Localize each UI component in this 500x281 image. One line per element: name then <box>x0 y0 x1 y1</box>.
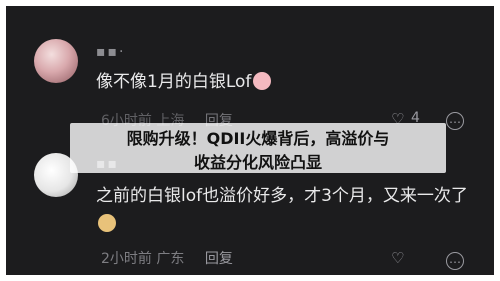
more-icon[interactable]: … <box>446 249 464 270</box>
pig-emoji-icon <box>253 72 272 90</box>
comment-body: 之前的白银lof也溢价好多，才3个月，又来一次了 <box>96 186 468 206</box>
comment-text: 像不像1月的白银Lof <box>96 68 272 96</box>
headline-line-1: 限购升级！QDII火爆背后，高溢价与 <box>126 129 390 148</box>
reply-button[interactable]: 回复 <box>205 251 233 267</box>
comment-text: 之前的白银lof也溢价好多，才3个月，又来一次了 <box>96 182 476 238</box>
comment-thread: ▪▪· 像不像1月的白银Lof 6小时前 上海 回复 ♡ 4 … ▪▪ 之前的白… <box>6 6 494 275</box>
username[interactable]: ▪▪· <box>96 44 125 60</box>
meta-location: 广东 <box>156 251 185 267</box>
dog-emoji-icon <box>98 214 116 232</box>
meta-time: 2小时前 <box>101 251 152 267</box>
comment-body: 像不像1月的白银Lof <box>96 72 252 92</box>
more-icon[interactable]: … <box>446 109 464 130</box>
headline-line-2: 收益分化风险凸显 <box>193 153 322 172</box>
avatar[interactable] <box>34 39 78 83</box>
headline-banner: 限购升级！QDII火爆背后，高溢价与 收益分化风险凸显 <box>70 123 446 173</box>
comment-meta: 2小时前 广东 回复 <box>101 248 233 268</box>
heart-icon[interactable]: ♡ <box>391 249 404 267</box>
